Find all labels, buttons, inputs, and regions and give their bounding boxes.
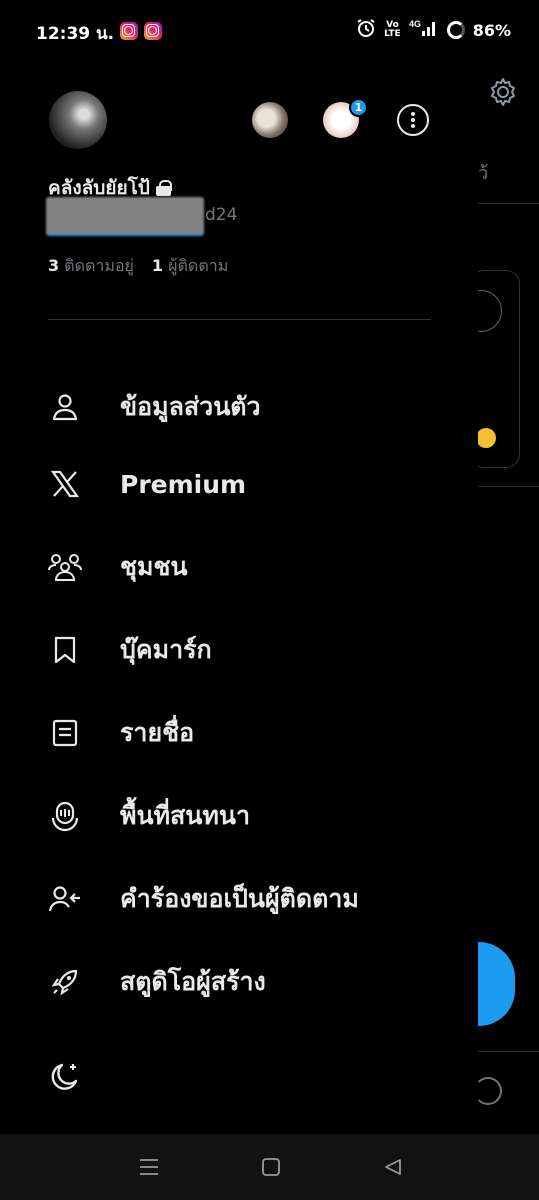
home-icon[interactable] bbox=[258, 1154, 284, 1180]
account-notification-badge: 1 bbox=[349, 98, 368, 117]
person-icon bbox=[48, 390, 82, 424]
following-link[interactable]: 3 ติดตามอยู่ bbox=[48, 254, 134, 279]
loading-spinner-icon bbox=[474, 1077, 502, 1105]
recents-icon[interactable] bbox=[136, 1154, 162, 1180]
divider bbox=[48, 319, 431, 320]
battery-icon bbox=[446, 21, 465, 39]
gear-icon[interactable] bbox=[487, 76, 519, 112]
menu-item-bookmarks[interactable]: บุ๊คมาร์ก bbox=[48, 625, 448, 675]
menu-item-spaces[interactable]: พื้นที่สนทนา bbox=[48, 791, 448, 841]
instagram-icon bbox=[144, 22, 162, 40]
bookmark-icon bbox=[48, 633, 82, 667]
menu-item-creator-studio[interactable]: สตูดิโอผู้สร้าง bbox=[48, 957, 448, 1007]
lock-icon bbox=[155, 180, 172, 196]
4g-signal-icon: 4G bbox=[409, 18, 439, 42]
x-logo-icon bbox=[48, 467, 82, 501]
system-nav-bar bbox=[0, 1134, 539, 1200]
menu-item-follower-requests[interactable]: คำร้องขอเป็นผู้ติดตาม bbox=[48, 874, 448, 924]
follow-stats: 3 ติดตามอยู่ 1 ผู้ติดตาม bbox=[48, 254, 228, 279]
avatar[interactable] bbox=[49, 91, 107, 149]
other-account-avatar[interactable] bbox=[252, 102, 288, 138]
divider bbox=[478, 1051, 539, 1052]
spaces-icon bbox=[48, 799, 82, 833]
emoji-icon bbox=[476, 428, 496, 448]
menu-item-lists[interactable]: รายชื่อ bbox=[48, 708, 448, 758]
svg-text:4G: 4G bbox=[409, 19, 421, 29]
volte-icon: Vo LTE bbox=[384, 20, 401, 39]
moon-icon[interactable] bbox=[48, 1060, 82, 1098]
status-bar: 12:39 น. Vo LTE 4G 86% bbox=[0, 0, 539, 62]
divider bbox=[478, 486, 539, 487]
divider bbox=[478, 203, 539, 204]
rocket-icon bbox=[48, 965, 82, 999]
alarm-icon bbox=[356, 18, 376, 42]
more-options-button[interactable] bbox=[397, 104, 429, 136]
menu-item-profile[interactable]: ข้อมูลส่วนตัว bbox=[48, 382, 448, 432]
back-icon[interactable] bbox=[380, 1154, 406, 1180]
navigation-drawer: 1 คลังลับยัยโป้ d24 3 ติดตามอยู่ 1 ผู้ติ… bbox=[0, 62, 478, 1134]
menu-item-premium[interactable]: Premium bbox=[48, 459, 448, 509]
battery-percent: 86% bbox=[472, 20, 511, 40]
followers-link[interactable]: 1 ผู้ติดตาม bbox=[152, 254, 228, 279]
redacted-handle bbox=[46, 197, 204, 236]
instagram-icon bbox=[120, 22, 138, 40]
background-tab-label[interactable]: ว้ bbox=[478, 158, 488, 187]
status-time: 12:39 น. bbox=[36, 24, 115, 44]
lists-icon bbox=[48, 716, 82, 750]
communities-icon bbox=[48, 550, 82, 584]
menu-item-communities[interactable]: ชุมชน bbox=[48, 542, 448, 592]
profile-handle: d24 bbox=[205, 205, 238, 225]
follower-requests-icon bbox=[48, 882, 82, 916]
